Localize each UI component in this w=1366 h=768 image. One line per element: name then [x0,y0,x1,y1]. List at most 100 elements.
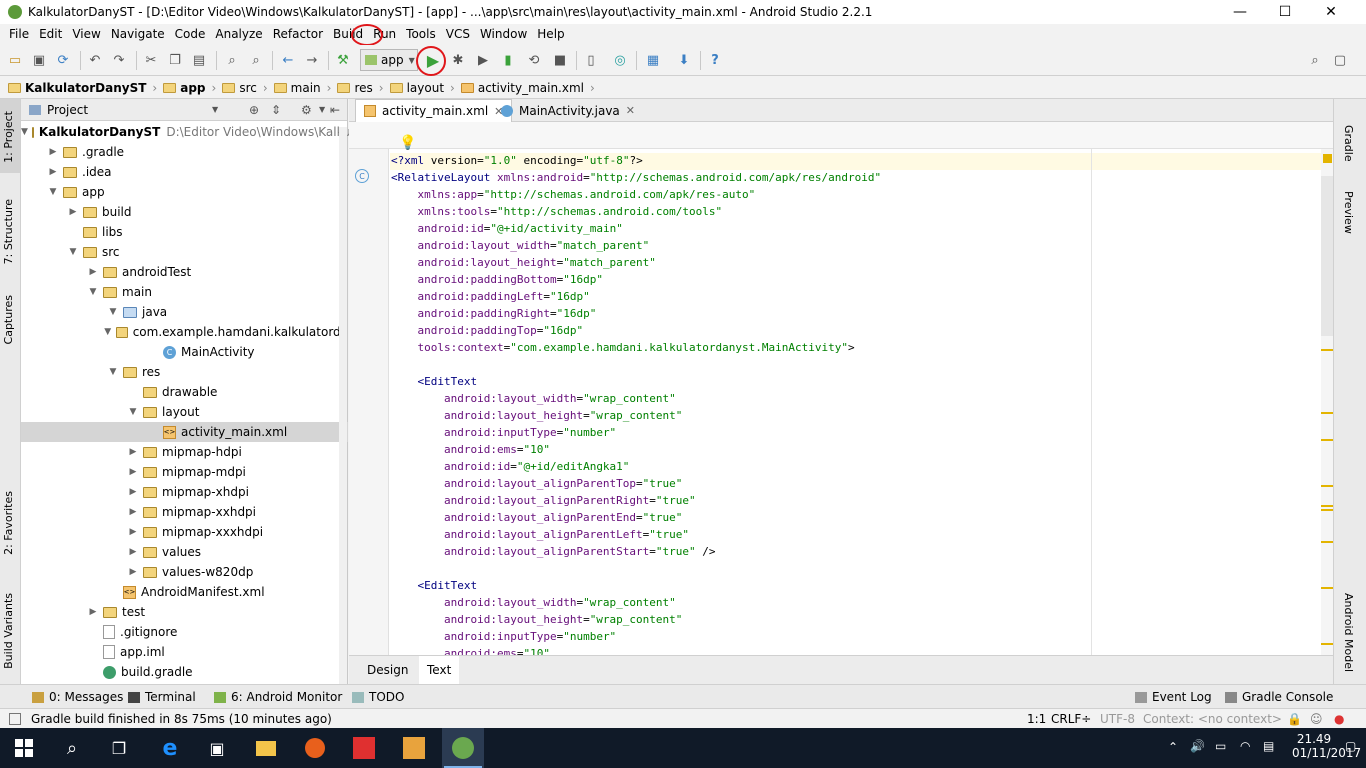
breadcrumb-item[interactable]: src › [222,81,268,95]
tool-gradle-console[interactable]: Gradle Console [1225,685,1333,709]
chevron-right-icon[interactable]: ▶ [87,607,99,617]
hector-icon[interactable]: ☺ [1310,709,1323,729]
menu-refactor[interactable]: Refactor [268,24,328,45]
chevron-right-icon[interactable]: ▶ [127,547,139,557]
code-line[interactable]: tools:context="com.example.hamdani.kalku… [391,339,881,356]
file-encoding[interactable]: UTF-8 [1100,709,1135,729]
sync-gradle-icon[interactable]: ◎ [612,52,628,68]
menu-vcs[interactable]: VCS [441,24,475,45]
menu-edit[interactable]: Edit [34,24,67,45]
tree-item[interactable]: ▶ mipmap-xhdpi [21,482,348,502]
edge-browser-icon[interactable]: e [158,736,182,761]
code-line[interactable]: android:paddingLeft="16dp" [391,288,881,305]
back-icon[interactable]: ← [280,52,296,68]
lightbulb-icon[interactable]: 💡 [399,135,416,151]
code-line[interactable]: android:layout_height="wrap_content" [391,611,881,628]
line-separator[interactable]: CRLF÷ [1051,709,1091,729]
tool-build-variants[interactable]: Build Variants [2,593,15,669]
code-line[interactable]: android:layout_alignParentEnd="true" [391,509,881,526]
replace-icon[interactable]: ⌕ [248,52,264,68]
tree-item[interactable]: ▼ src [21,242,348,262]
breadcrumb-item[interactable]: res › [337,81,384,95]
chevron-down-icon[interactable]: ▼ [107,307,119,317]
store-icon[interactable]: ▣ [205,736,229,760]
code-line[interactable]: android:inputType="number" [391,628,881,645]
tool-event-log[interactable]: Event Log [1135,685,1212,709]
stop-icon[interactable]: ■ [552,52,568,68]
error-icon[interactable]: ● [1334,709,1344,729]
breadcrumb-item[interactable]: main › [273,81,331,95]
chevron-right-icon[interactable]: ▶ [127,567,139,577]
copy-icon[interactable]: ❐ [167,52,183,68]
save-icon[interactable]: ▣ [31,52,47,68]
code-line[interactable] [391,560,881,577]
task-view-icon[interactable]: ❐ [107,736,131,760]
orange-app-icon[interactable] [402,736,426,760]
code-line[interactable]: android:id="@+id/editAngka1" [391,458,881,475]
cut-icon[interactable]: ✂ [143,52,159,68]
firefox-icon[interactable] [303,736,327,760]
code-line[interactable]: android:inputType="number" [391,424,881,441]
hide-panel-icon[interactable]: ⇤ [330,103,340,117]
project-view-select[interactable]: Project [47,103,88,117]
code-line[interactable]: android:layout_alignParentRight="true" [391,492,881,509]
menu-file[interactable]: File [4,24,34,45]
tool-android-monitor[interactable]: 6: Android Monitor [214,685,342,709]
chevron-right-icon[interactable]: ▶ [47,167,59,177]
menu-view[interactable]: View [67,24,105,45]
tool-captures[interactable]: Captures [2,295,15,344]
keyboard-icon[interactable]: ▤ [1263,739,1274,753]
gear-icon[interactable]: ⚙ [301,103,312,117]
code-line[interactable]: <?xml version="1.0" encoding="utf-8"?> [391,152,881,169]
tree-item[interactable]: ▼ app [21,182,348,202]
code-line[interactable]: android:layout_width="wrap_content" [391,594,881,611]
menu-analyze[interactable]: Analyze [210,24,267,45]
context-info[interactable]: Context: <no context> [1143,709,1282,729]
chevron-down-icon[interactable]: ▼ [127,407,139,417]
status-toggle-icon[interactable] [9,709,21,729]
sync-icon[interactable]: ⟳ [55,52,71,68]
code-line[interactable]: <RelativeLayout xmlns:android="http://sc… [391,169,881,186]
find-icon[interactable]: ⌕ [224,52,240,68]
tree-item[interactable]: ▼ main [21,282,348,302]
menu-code[interactable]: Code [170,24,211,45]
code-line[interactable]: <EditText [391,373,881,390]
apply-changes-icon[interactable]: ⟲ [526,52,542,68]
code-line[interactable] [391,356,881,373]
chevron-down-icon[interactable]: ▼ [319,105,325,114]
battery-icon[interactable]: ▭ [1215,739,1226,753]
tree-item[interactable]: ▶ test [21,602,348,622]
lock-icon[interactable]: 🔒 [1287,709,1302,729]
tree-item[interactable]: ▶ values-w820dp [21,562,348,582]
tab-text[interactable]: Text [419,656,460,684]
code-line[interactable]: android:paddingBottom="16dp" [391,271,881,288]
tool-terminal[interactable]: Terminal [128,685,196,709]
notifications-icon[interactable]: ▢ [1345,739,1356,753]
make-project-hammer-icon[interactable]: ⚒ [335,52,351,68]
help-icon[interactable]: ? [707,52,723,68]
chevron-right-icon[interactable]: ▶ [127,447,139,457]
breadcrumb-item[interactable]: app › [163,81,216,95]
chevron-right-icon[interactable]: ▶ [127,467,139,477]
tool-structure[interactable]: 7: Structure [2,199,15,264]
tree-item[interactable]: ▶ androidTest [21,262,348,282]
run-coverage-icon[interactable]: ▶ [475,52,491,68]
project-structure-icon[interactable]: ▦ [645,52,661,68]
tree-item[interactable]: build.gradle [21,662,348,682]
tree-item[interactable]: ▶ values [21,542,348,562]
code-editor[interactable]: 💡 C <?xml version="1.0" encoding="utf-8"… [349,122,1333,660]
breadcrumb-item[interactable]: KalkulatorDanyST › [8,81,157,95]
open-folder-icon[interactable]: ▭ [7,52,23,68]
search-everywhere-icon[interactable]: ⌕ [1307,52,1323,68]
maximize-button[interactable]: ☐ [1262,0,1308,24]
tree-item[interactable]: ▶ mipmap-xxhdpi [21,502,348,522]
tree-item[interactable]: .gitignore [21,622,348,642]
tree-item[interactable]: C MainActivity [21,342,348,362]
menu-help[interactable]: Help [532,24,569,45]
menu-tools[interactable]: Tools [401,24,441,45]
chevron-right-icon[interactable]: ▶ [87,267,99,277]
paste-icon[interactable]: ▤ [191,52,207,68]
tree-item[interactable]: ▼ res [21,362,348,382]
code-line[interactable]: android:id="@+id/activity_main" [391,220,881,237]
tree-root[interactable]: ▼ KalkulatorDanyST D:\Editor Video\Windows… [21,122,366,142]
